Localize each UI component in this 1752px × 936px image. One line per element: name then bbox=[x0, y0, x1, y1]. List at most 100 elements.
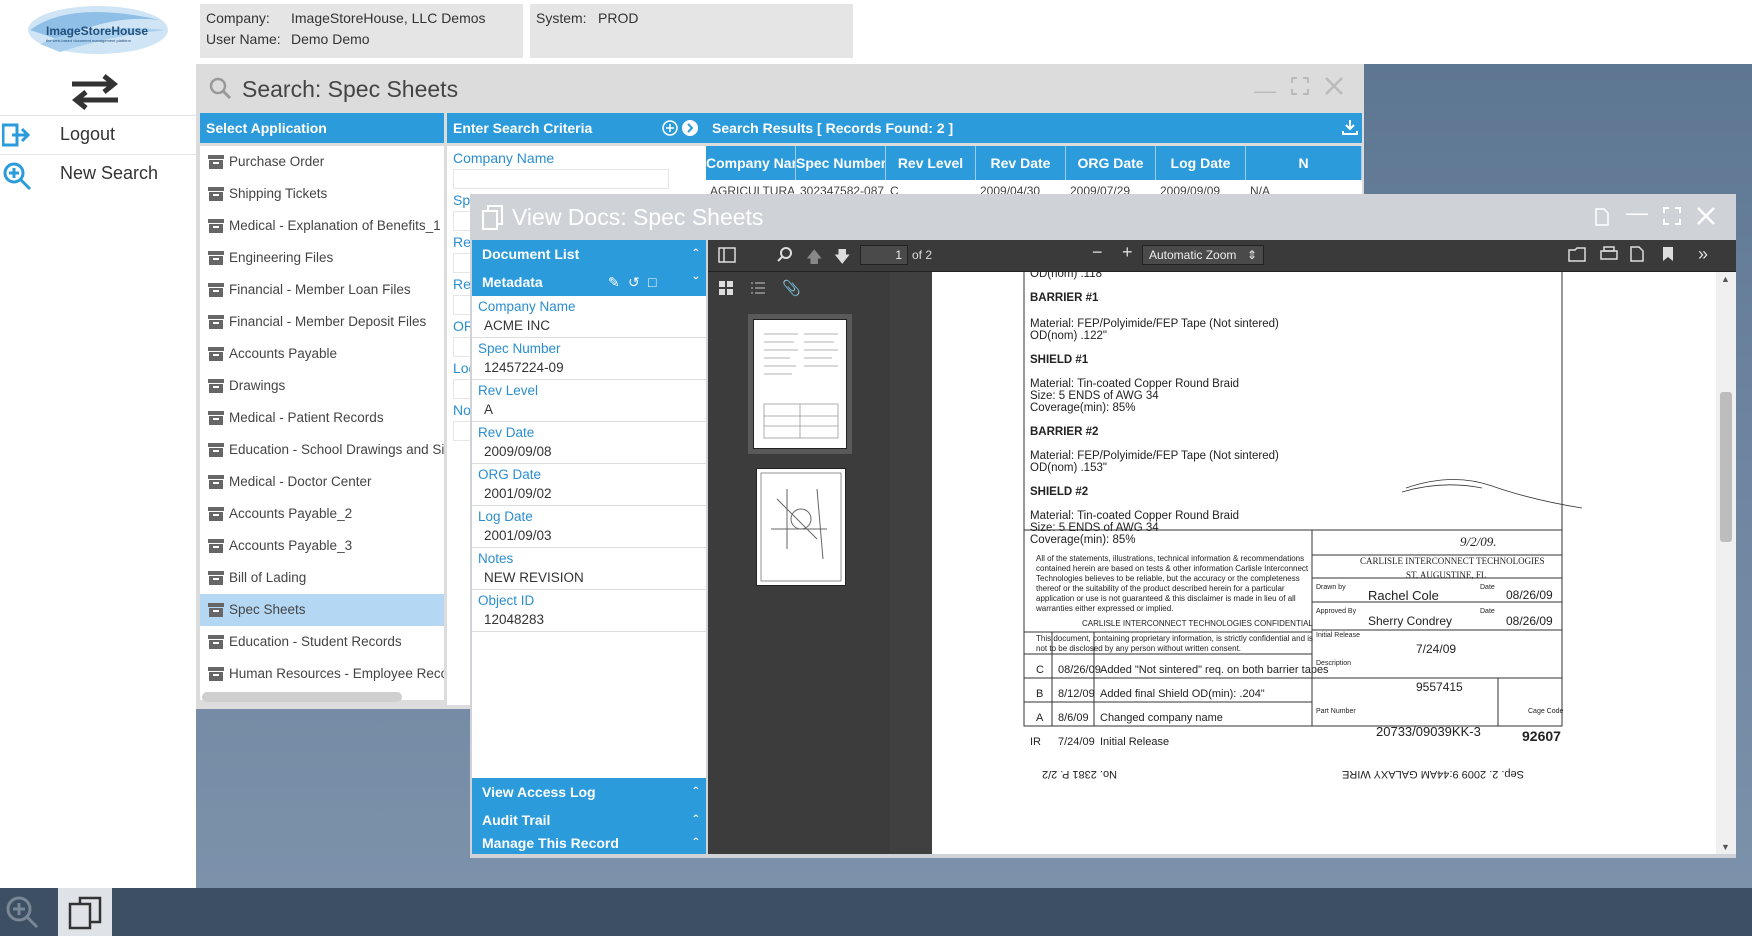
zoom-select[interactable]: Automatic Zoom ⇕ bbox=[1142, 245, 1264, 265]
sidebar-toggle-icon[interactable] bbox=[718, 246, 736, 264]
add-criteria-icon[interactable] bbox=[662, 120, 678, 136]
app-list-item[interactable]: Human Resources - Employee Recor bbox=[200, 658, 444, 690]
section-heading: BARRIER #1 bbox=[1030, 292, 1099, 304]
results-column-header[interactable]: Rev Level bbox=[886, 146, 976, 180]
app-list-item[interactable]: Medical - Patient Records bbox=[200, 402, 444, 434]
edit-icon[interactable]: ✎ bbox=[608, 268, 620, 296]
next-page-icon[interactable]: 🡇 bbox=[834, 246, 850, 273]
confidential-line: This document, containing proprietary in… bbox=[1036, 634, 1314, 643]
bookmark-icon[interactable] bbox=[1662, 246, 1674, 262]
audit-trail-header[interactable]: Audit Trail ˆ bbox=[472, 806, 706, 834]
scroll-up-icon[interactable]: ▲ bbox=[1721, 274, 1730, 284]
metadata-field-value[interactable]: A bbox=[484, 402, 493, 417]
metadata-field-value[interactable]: ACME INC bbox=[484, 318, 550, 333]
metadata-header[interactable]: Metadata ✎ ↺ □ ˇ bbox=[472, 268, 706, 296]
archive-box-icon bbox=[208, 603, 224, 617]
vertical-scrollbar[interactable]: ▲ ▼ bbox=[1716, 272, 1736, 854]
previous-page-icon[interactable]: 🡅 bbox=[806, 246, 822, 273]
metadata-field: Rev Date 2009/09/08 bbox=[472, 422, 706, 464]
scrollbar-thumb[interactable] bbox=[1720, 392, 1732, 542]
criteria-input[interactable] bbox=[453, 169, 669, 189]
swap-icon[interactable] bbox=[68, 74, 122, 110]
go-arrow-icon[interactable] bbox=[682, 120, 698, 136]
close-icon[interactable] bbox=[1696, 206, 1716, 226]
minimize-icon[interactable]: — bbox=[1254, 78, 1276, 104]
metadata-field: ORG Date 2001/09/02 bbox=[472, 464, 706, 506]
app-list-item[interactable]: Accounts Payable_3 bbox=[200, 530, 444, 562]
app-list-item[interactable]: Financial - Member Loan Files bbox=[200, 274, 444, 306]
find-icon[interactable] bbox=[776, 246, 794, 264]
section-heading: BARRIER #2 bbox=[1030, 426, 1099, 438]
thumbnails-view-icon[interactable] bbox=[718, 280, 734, 296]
new-search-button[interactable]: New Search bbox=[0, 154, 196, 192]
search-taskbar-icon[interactable] bbox=[4, 894, 40, 930]
metadata-field-label: Log Date bbox=[478, 509, 533, 524]
scroll-down-icon[interactable]: ▼ bbox=[1721, 842, 1730, 852]
app-list-item[interactable]: Engineering Files bbox=[200, 242, 444, 274]
page-thumbnail-1[interactable] bbox=[748, 314, 852, 454]
metadata-field-label: Object ID bbox=[478, 593, 535, 608]
field-caption: Cage Code bbox=[1528, 708, 1564, 715]
metadata-field-value[interactable]: 12457224-09 bbox=[484, 360, 564, 375]
app-list-item[interactable]: Accounts Payable bbox=[200, 338, 444, 370]
zoom-out-icon[interactable]: − bbox=[1092, 242, 1103, 263]
maximize-icon[interactable] bbox=[1662, 206, 1682, 226]
page-thumbnail-2[interactable] bbox=[756, 468, 846, 586]
undo-icon[interactable]: ↺ bbox=[628, 268, 640, 296]
spec-text: Coverage(min): 85% bbox=[1030, 534, 1136, 546]
app-list-item[interactable]: Bill of Lading bbox=[200, 562, 444, 594]
app-list-item[interactable]: Drawings bbox=[200, 370, 444, 402]
pdf-icon[interactable] bbox=[1594, 208, 1610, 226]
results-column-header[interactable]: ORG Date bbox=[1066, 146, 1156, 180]
criteria-label: Sp bbox=[453, 192, 471, 208]
view-docs-taskbar-button[interactable] bbox=[58, 888, 112, 936]
app-list-item[interactable]: Spec Sheets bbox=[200, 594, 444, 626]
open-file-icon[interactable] bbox=[1568, 246, 1586, 262]
page-number-input[interactable]: 1 bbox=[860, 245, 908, 265]
save-icon[interactable]: □ bbox=[648, 268, 656, 296]
tools-chevron-icon[interactable]: » bbox=[1698, 244, 1708, 265]
thumbnail-page bbox=[753, 319, 847, 449]
drawn-by-value: Rachel Cole bbox=[1368, 588, 1439, 603]
maximize-icon[interactable] bbox=[1290, 76, 1310, 96]
app-list-item-label: Bill of Lading bbox=[229, 570, 307, 585]
app-list-item[interactable]: Medical - Doctor Center bbox=[200, 466, 444, 498]
download-icon[interactable] bbox=[1342, 119, 1358, 135]
download-icon[interactable] bbox=[1630, 246, 1644, 262]
metadata-field-label: Rev Date bbox=[478, 425, 535, 440]
app-list-item[interactable]: Shipping Tickets bbox=[200, 178, 444, 210]
app-list-item[interactable]: Medical - Explanation of Benefits_1 bbox=[200, 210, 444, 242]
horizontal-scrollbar[interactable] bbox=[202, 692, 402, 702]
metadata-field-value[interactable]: 2001/09/02 bbox=[484, 486, 552, 501]
metadata-field: Log Date 2001/09/03 bbox=[472, 506, 706, 548]
app-list-item[interactable]: Education - School Drawings and Site bbox=[200, 434, 444, 466]
app-list-item[interactable]: Education - Student Records bbox=[200, 626, 444, 658]
revision-date: 7/24/09 bbox=[1058, 736, 1095, 748]
metadata-field-value[interactable]: NEW REVISION bbox=[484, 570, 584, 585]
outline-view-icon[interactable] bbox=[750, 280, 766, 296]
document-list-header[interactable]: Document List ˆ bbox=[472, 240, 706, 268]
results-column-header[interactable]: Company Nam bbox=[706, 146, 796, 180]
app-list-item[interactable]: Financial - Member Deposit Files bbox=[200, 306, 444, 338]
company-value: ImageStoreHouse, LLC Demos bbox=[291, 10, 486, 26]
manage-record-header[interactable]: Manage This Record ˆ bbox=[472, 832, 706, 854]
app-list-item[interactable]: Purchase Order bbox=[200, 146, 444, 178]
metadata-field-value[interactable]: 2001/09/03 bbox=[484, 528, 552, 543]
spec-text: Material: FEP/Polyimide/FEP Tape (Not si… bbox=[1030, 318, 1279, 330]
metadata-field-value[interactable]: 2009/09/08 bbox=[484, 444, 552, 459]
results-column-header[interactable]: N bbox=[1246, 146, 1362, 180]
zoom-in-icon[interactable]: + bbox=[1122, 242, 1133, 263]
view-access-log-header[interactable]: View Access Log ˆ bbox=[472, 778, 706, 806]
metadata-field: Company Name ACME INC bbox=[472, 296, 706, 338]
close-icon[interactable] bbox=[1324, 76, 1344, 96]
results-column-header[interactable]: Rev Date bbox=[976, 146, 1066, 180]
metadata-field-value[interactable]: 12048283 bbox=[484, 612, 544, 627]
print-icon[interactable] bbox=[1600, 246, 1618, 262]
app-list-item[interactable]: Accounts Payable_2 bbox=[200, 498, 444, 530]
logout-button[interactable]: Logout bbox=[0, 115, 196, 153]
results-column-header[interactable]: Spec Number bbox=[796, 146, 886, 180]
section-heading: SHIELD #2 bbox=[1030, 486, 1089, 498]
attachments-icon[interactable]: 📎 bbox=[782, 279, 801, 297]
minimize-icon[interactable]: — bbox=[1626, 200, 1648, 226]
results-column-header[interactable]: Log Date bbox=[1156, 146, 1246, 180]
